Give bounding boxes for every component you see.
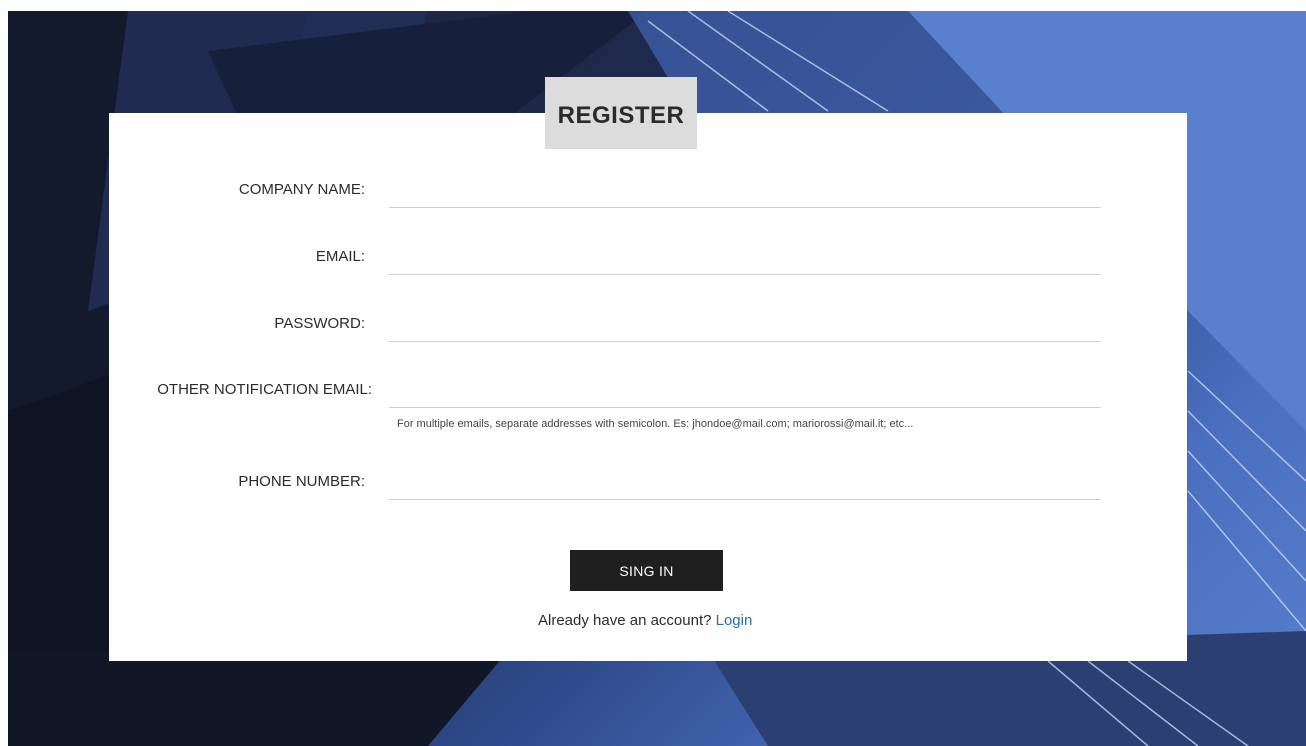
login-prompt-text: Already have an account? — [538, 612, 712, 629]
email-label: EMAIL: — [315, 248, 365, 265]
page-title: REGISTER — [557, 102, 685, 129]
sign-in-button[interactable]: SING IN — [570, 550, 723, 591]
company-name-label: COMPANY NAME: — [238, 181, 365, 198]
phone-number-input[interactable] — [389, 470, 1101, 500]
password-label: PASSWORD: — [274, 315, 365, 332]
password-input[interactable] — [389, 312, 1101, 342]
other-email-label: OTHER NOTIFICATION EMAIL: — [157, 381, 372, 398]
login-link[interactable]: Login — [716, 612, 753, 629]
register-title-tab: REGISTER — [545, 77, 697, 149]
other-email-hint: For multiple emails, separate addresses … — [397, 418, 914, 430]
company-name-input[interactable] — [389, 178, 1101, 208]
email-input[interactable] — [389, 245, 1101, 275]
phone-number-label: PHONE NUMBER: — [238, 473, 365, 490]
other-email-input[interactable] — [389, 378, 1101, 408]
login-prompt: Already have an account? Login — [538, 612, 752, 629]
